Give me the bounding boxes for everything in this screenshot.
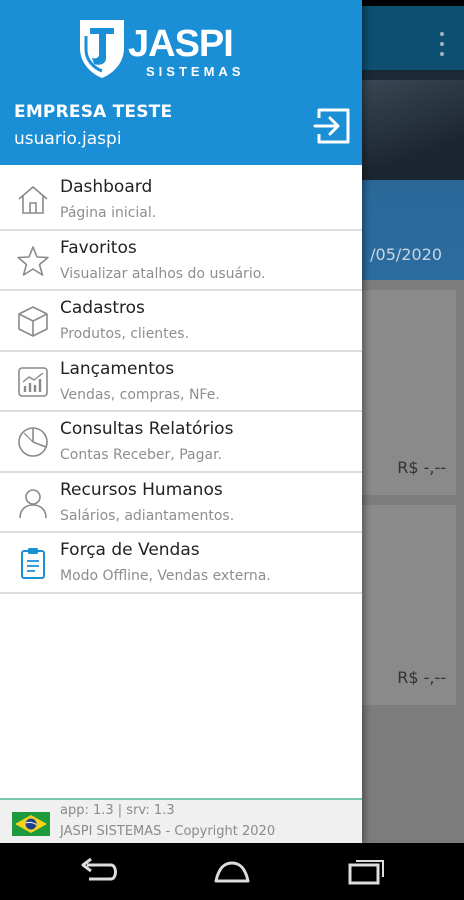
menu-item-favoritos[interactable]: Favoritos Visualizar atalhos do usuário.	[0, 231, 362, 291]
home-icon	[18, 186, 48, 214]
person-icon	[19, 488, 47, 518]
version-text: app: 1.3 | srv: 1.3	[60, 803, 175, 818]
menu-item-subtitle: Visualizar atalhos do usuário.	[60, 265, 266, 282]
menu-item-recursos-humanos[interactable]: Recursos Humanos Salários, adiantamentos…	[0, 473, 362, 533]
box-icon	[18, 306, 48, 337]
menu-item-title: Dashboard	[60, 177, 153, 197]
logo-wordmark: JASPI	[128, 23, 233, 65]
menu-item-title: Lançamentos	[60, 358, 175, 379]
navigation-drawer: JASPI SISTEMAS EMPRESA TESTE usuario.jas…	[0, 0, 362, 843]
menu-item-subtitle: Vendas, compras, NFe.	[60, 386, 220, 403]
back-icon[interactable]	[73, 857, 123, 887]
copyright-text: JASPI SISTEMAS - Copyright 2020	[60, 824, 276, 839]
menu-item-title: Força de Vendas	[60, 540, 200, 560]
card-value: R$ -,--	[397, 668, 446, 687]
menu-item-consultas[interactable]: Consultas Relatórios Contas Receber, Pag…	[0, 412, 362, 473]
banner-date: /05/2020	[370, 245, 442, 264]
system-nav-bar	[0, 843, 464, 900]
menu-item-subtitle: Página inicial.	[60, 205, 157, 221]
card-value: R$ -,--	[397, 458, 446, 477]
brazil-flag-icon[interactable]	[12, 812, 50, 836]
clipboard-icon	[21, 548, 45, 579]
menu-item-subtitle: Modo Offline, Vendas externa.	[60, 568, 271, 584]
company-name: EMPRESA TESTE	[14, 102, 173, 122]
menu-item-subtitle: Salários, adiantamentos.	[60, 507, 235, 524]
recents-icon[interactable]	[340, 857, 390, 887]
pie-icon	[18, 427, 48, 457]
drawer-footer: app: 1.3 | srv: 1.3 JASPI SISTEMAS - Cop…	[0, 798, 362, 843]
chart-icon	[18, 366, 48, 397]
overflow-menu-icon[interactable]	[438, 32, 446, 56]
user-name: usuario.jaspi	[14, 129, 122, 149]
home-nav-icon[interactable]	[207, 857, 257, 887]
logo-subtitle: SISTEMAS	[146, 64, 244, 79]
drawer-header: JASPI SISTEMAS EMPRESA TESTE usuario.jas…	[0, 0, 362, 165]
jaspi-logo: JASPI SISTEMAS	[80, 20, 244, 79]
menu-item-title: Favoritos	[60, 237, 137, 258]
menu-item-subtitle: Contas Receber, Pagar.	[60, 447, 222, 463]
drawer-menu: Dashboard Página inicial. Favoritos Visu…	[0, 170, 362, 594]
star-icon	[17, 245, 49, 276]
menu-item-forca-de-vendas[interactable]: Força de Vendas Modo Offline, Vendas ext…	[0, 533, 362, 594]
menu-item-cadastros[interactable]: Cadastros Produtos, clientes.	[0, 291, 362, 352]
logout-icon[interactable]	[311, 105, 353, 147]
menu-item-title: Consultas Relatórios	[60, 419, 234, 439]
menu-item-subtitle: Produtos, clientes.	[60, 326, 190, 342]
menu-item-lancamentos[interactable]: Lançamentos Vendas, compras, NFe.	[0, 352, 362, 412]
menu-item-title: Cadastros	[60, 298, 145, 318]
menu-item-dashboard[interactable]: Dashboard Página inicial.	[0, 170, 362, 231]
menu-item-title: Recursos Humanos	[60, 479, 223, 500]
